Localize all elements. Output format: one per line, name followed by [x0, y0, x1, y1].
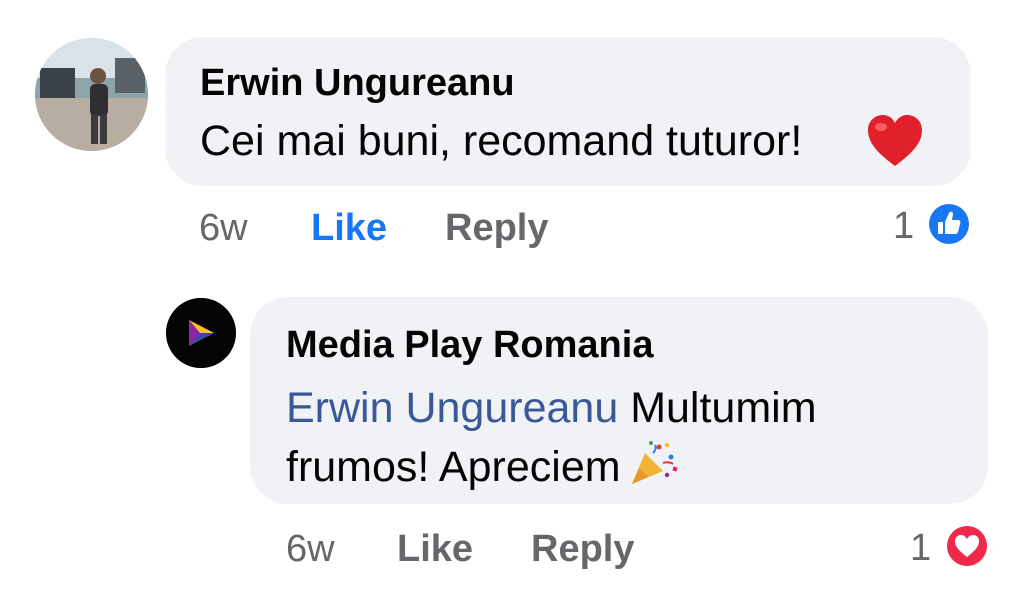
avatar[interactable]: [35, 38, 148, 151]
red-heart-emoji: [868, 115, 922, 166]
like-reaction-icon[interactable]: [925, 200, 973, 248]
love-reaction-icon[interactable]: [943, 522, 991, 570]
comment-text: Cei mai buni, recomand tuturor!: [200, 117, 803, 165]
like-button[interactable]: Like: [311, 207, 387, 250]
reaction-count[interactable]: 1: [910, 527, 931, 570]
media-play-logo-icon: [166, 298, 236, 368]
comment-thread: Erwin Ungureanu Cei mai buni, recomand t…: [0, 0, 1024, 599]
avatar-photo: [35, 38, 148, 151]
reply-text: Erwin Ungureanu Multumim frumos! Aprecie…: [286, 380, 946, 496]
reply-button[interactable]: Reply: [531, 528, 634, 571]
reply-author[interactable]: Media Play Romania: [286, 324, 653, 367]
comment-timestamp[interactable]: 6w: [199, 207, 248, 250]
reply-timestamp[interactable]: 6w: [286, 528, 335, 571]
like-button[interactable]: Like: [397, 528, 473, 571]
avatar[interactable]: [166, 298, 236, 368]
reaction-count[interactable]: 1: [893, 205, 914, 248]
party-popper-emoji: [631, 441, 678, 484]
reply-button[interactable]: Reply: [445, 207, 548, 250]
mention-link[interactable]: Erwin Ungureanu: [286, 384, 618, 432]
comment-author[interactable]: Erwin Ungureanu: [200, 62, 515, 105]
